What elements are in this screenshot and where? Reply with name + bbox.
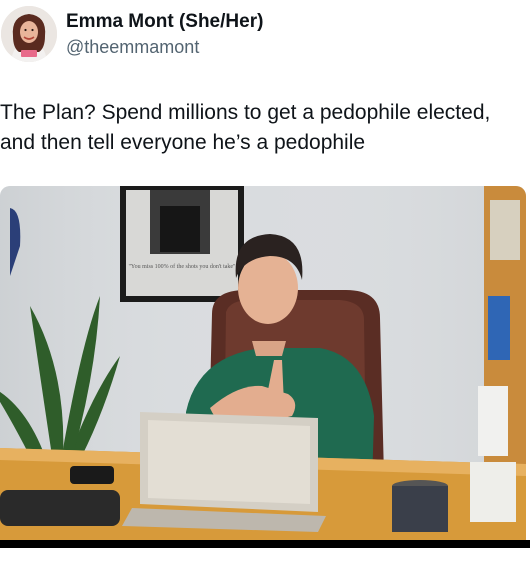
avatar-photo-icon xyxy=(1,6,57,62)
author-display-name[interactable]: Emma Mont (She/Her) xyxy=(66,11,263,33)
poster-caption: "You miss 100% of the shots you don't ta… xyxy=(128,263,236,270)
office-photo: "You miss 100% of the shots you don't ta… xyxy=(0,186,526,540)
bottom-bar xyxy=(0,540,530,548)
tweet-header: Emma Mont (She/Her) @theemmamont xyxy=(0,0,530,70)
author-avatar[interactable] xyxy=(1,6,57,62)
tweet-media-photo[interactable]: "You miss 100% of the shots you don't ta… xyxy=(0,186,526,540)
tweet-text: The Plan? Spend millions to get a pedoph… xyxy=(0,101,491,154)
author-handle[interactable]: @theemmamont xyxy=(66,37,199,58)
